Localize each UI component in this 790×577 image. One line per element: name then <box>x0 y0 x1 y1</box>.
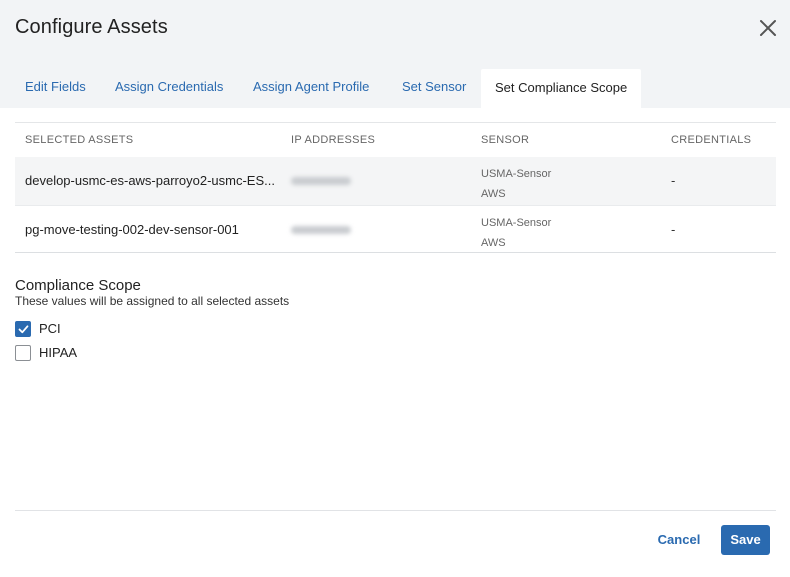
sensor-cell: USMA-Sensor AWS <box>481 164 551 204</box>
close-icon <box>760 20 776 36</box>
tab-assign-credentials[interactable]: Assign Credentials <box>115 69 223 107</box>
pci-checkbox[interactable] <box>15 321 31 337</box>
tab-edit-fields[interactable]: Edit Fields <box>25 69 86 107</box>
sensor-name: USMA-Sensor <box>481 168 552 180</box>
cancel-button[interactable]: Cancel <box>650 525 708 555</box>
table-row: pg-move-testing-002-dev-sensor-001 USMA-… <box>15 205 776 253</box>
tab-set-compliance-scope[interactable]: Set Compliance Scope <box>481 69 642 109</box>
credentials-value: - <box>671 222 676 237</box>
hipaa-label: HIPAA <box>39 345 78 360</box>
credentials-value: - <box>671 173 676 188</box>
footer-divider <box>15 510 776 511</box>
ip-address-redacted <box>291 226 351 234</box>
column-header-selected-assets: SELECTED ASSETS <box>25 134 134 146</box>
asset-name: develop-usmc-es-aws-parroyo2-usmc-ES... <box>25 173 275 188</box>
close-button[interactable] <box>754 14 782 42</box>
sensor-name: USMA-Sensor <box>481 217 552 229</box>
ip-address-redacted <box>291 177 351 185</box>
tab-assign-agent-profile[interactable]: Assign Agent Profile <box>253 69 369 107</box>
checkmark-icon <box>18 325 29 334</box>
compliance-scope-subtitle: These values will be assigned to all sel… <box>15 294 290 308</box>
save-button[interactable]: Save <box>721 525 770 555</box>
sensor-cell: USMA-Sensor AWS <box>481 213 551 253</box>
tab-set-sensor[interactable]: Set Sensor <box>402 69 466 107</box>
dialog-title: Configure Assets <box>15 16 168 38</box>
compliance-scope-title: Compliance Scope <box>15 277 141 294</box>
asset-name: pg-move-testing-002-dev-sensor-001 <box>25 222 239 237</box>
configure-assets-dialog: Configure Assets Edit Fields Assign Cred… <box>0 0 790 577</box>
table-row: develop-usmc-es-aws-parroyo2-usmc-ES... … <box>15 157 776 205</box>
table-header: SELECTED ASSETS IP ADDRESSES SENSOR CRED… <box>15 122 776 157</box>
sensor-type: AWS <box>481 188 506 200</box>
column-header-ip-addresses: IP ADDRESSES <box>291 134 376 146</box>
column-header-sensor: SENSOR <box>481 134 530 146</box>
hipaa-checkbox[interactable] <box>15 345 31 361</box>
pci-label: PCI <box>39 321 61 336</box>
sensor-type: AWS <box>481 237 506 249</box>
column-header-credentials: CREDENTIALS <box>671 134 752 146</box>
